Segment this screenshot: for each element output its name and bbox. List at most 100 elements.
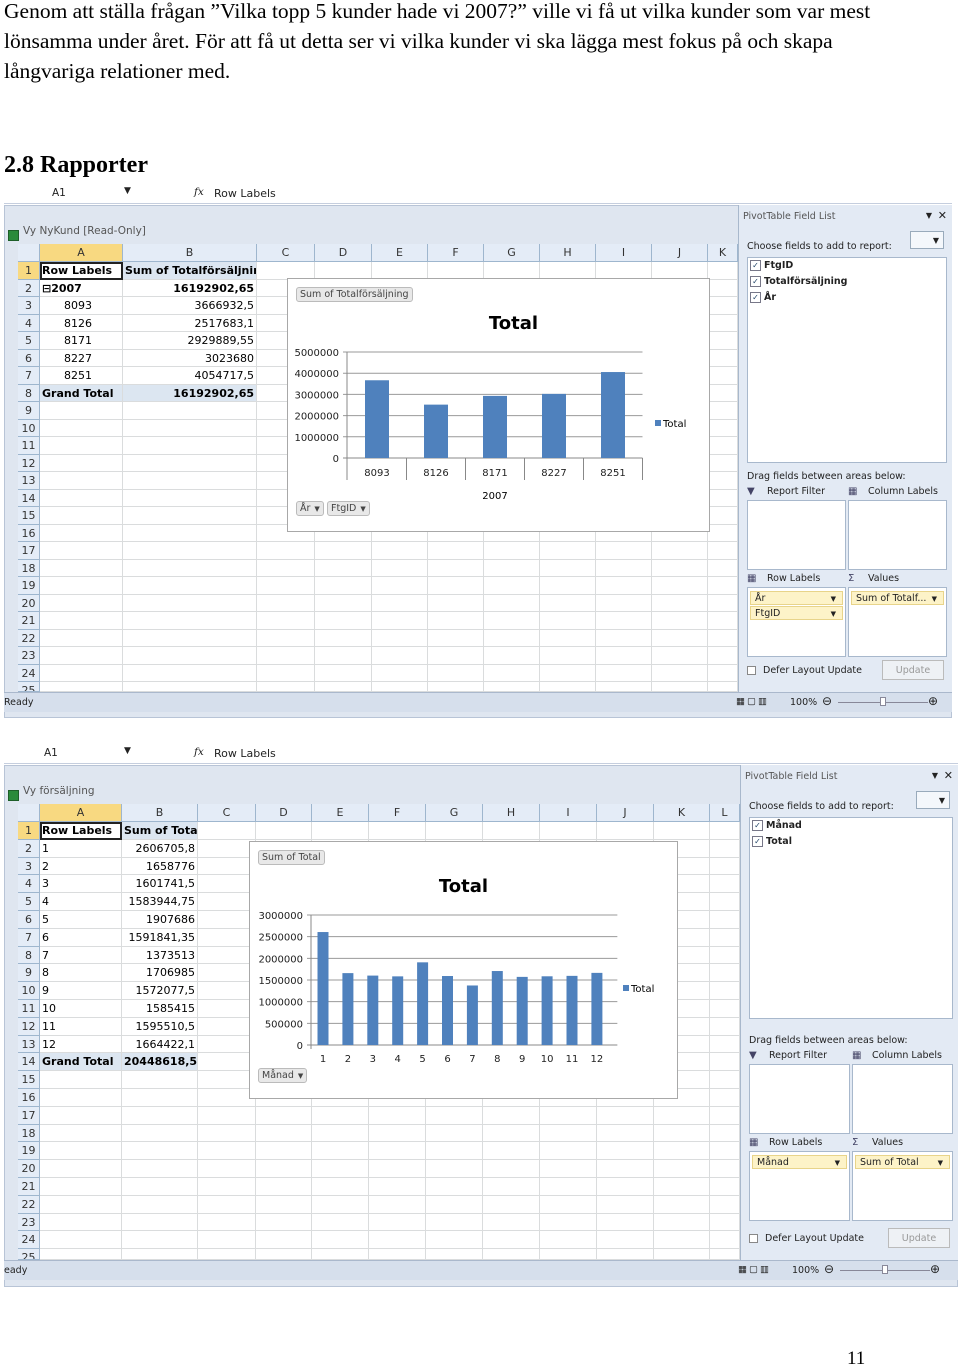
name-box-dropdown-icon[interactable]: ▼ [124, 186, 131, 196]
cell[interactable] [198, 1124, 256, 1143]
cell[interactable] [257, 577, 315, 595]
cell[interactable] [710, 964, 740, 983]
formula-input[interactable]: Row Labels [214, 187, 276, 200]
close-icon[interactable]: ✕ [944, 769, 953, 782]
cell[interactable] [652, 559, 708, 577]
cell[interactable] [198, 1249, 256, 1260]
row-header[interactable]: 19 [18, 1142, 40, 1161]
defer-checkbox[interactable] [749, 1234, 758, 1243]
row-header[interactable]: 7 [18, 367, 40, 385]
cell[interactable] [372, 612, 428, 630]
cell[interactable] [540, 1178, 597, 1196]
cell[interactable] [372, 682, 428, 692]
row-header[interactable]: 7 [18, 928, 40, 947]
cell[interactable] [483, 1195, 540, 1214]
cell[interactable] [710, 1231, 740, 1250]
pivot-cell[interactable]: 12 [40, 1035, 122, 1054]
cell[interactable] [540, 577, 596, 595]
pivot-cell[interactable]: 8126 [40, 314, 123, 332]
cell[interactable] [484, 542, 540, 560]
insert-function-icon[interactable]: fx [194, 186, 204, 198]
row-header[interactable]: 2 [18, 279, 40, 297]
column-header-g[interactable]: G [426, 804, 483, 822]
cell[interactable] [257, 262, 315, 280]
cell[interactable] [122, 1195, 198, 1214]
field-item[interactable]: ✓ Total [752, 836, 792, 847]
cell[interactable] [426, 1249, 483, 1260]
cell[interactable] [710, 1053, 740, 1072]
cell[interactable] [426, 1160, 483, 1178]
row-header[interactable]: 23 [18, 1213, 40, 1232]
pivot-cell[interactable]: 1664422,1 [122, 1035, 198, 1054]
row-header[interactable]: 10 [18, 419, 40, 437]
bar-9[interactable] [516, 976, 528, 1045]
pivot-cell[interactable]: 2517683,1 [123, 314, 257, 332]
column-header-l[interactable]: L [710, 804, 740, 822]
row-header[interactable]: 22 [18, 1195, 40, 1214]
cell[interactable] [710, 928, 740, 947]
cell[interactable] [540, 1142, 597, 1161]
cell[interactable] [428, 559, 484, 577]
cell[interactable] [372, 577, 428, 595]
cell[interactable] [122, 1213, 198, 1232]
values-area[interactable]: Sum of Total ▼ [852, 1151, 953, 1221]
cell[interactable] [540, 262, 596, 280]
cell[interactable] [652, 682, 708, 692]
report-filter-area[interactable] [747, 500, 846, 570]
cell[interactable] [315, 629, 372, 647]
cell[interactable] [708, 472, 738, 490]
cell[interactable] [483, 1249, 540, 1260]
cell[interactable] [597, 1124, 654, 1143]
cell[interactable] [483, 1213, 540, 1232]
cell[interactable] [123, 542, 257, 560]
cell[interactable] [198, 964, 256, 983]
row-header[interactable]: 9 [18, 402, 40, 420]
cell[interactable] [596, 682, 652, 692]
cell[interactable] [198, 1000, 256, 1018]
cell[interactable] [123, 454, 257, 472]
cell[interactable] [597, 1195, 654, 1214]
cell[interactable] [710, 822, 740, 840]
column-header-a[interactable]: A [40, 804, 122, 822]
row-header[interactable]: 22 [18, 629, 40, 647]
cell[interactable] [312, 822, 369, 840]
pivot-cell[interactable]: 9 [40, 982, 122, 1000]
cell[interactable] [484, 647, 540, 665]
cell[interactable] [256, 1195, 312, 1214]
row-header[interactable]: 12 [18, 1017, 40, 1036]
row-header[interactable]: 13 [18, 472, 40, 490]
column-header-c[interactable]: C [257, 244, 315, 262]
pivot-cell[interactable]: 3 [40, 875, 122, 894]
row-header[interactable]: 17 [18, 542, 40, 560]
cell[interactable] [428, 664, 484, 682]
cell[interactable] [426, 1231, 483, 1250]
cell[interactable] [710, 1249, 740, 1260]
cell[interactable] [256, 1231, 312, 1250]
cell[interactable] [40, 1178, 122, 1196]
cell[interactable] [372, 594, 428, 612]
cell[interactable] [40, 437, 123, 455]
cell[interactable] [596, 262, 652, 280]
pivot-cell[interactable]: Grand Total [40, 1053, 122, 1072]
row-header[interactable]: 1 [18, 262, 40, 280]
cell[interactable] [426, 1178, 483, 1196]
pivot-cell[interactable]: Row Labels [40, 822, 122, 840]
row-header[interactable]: 3 [18, 857, 40, 876]
cell[interactable] [312, 1213, 369, 1232]
cell[interactable] [540, 682, 596, 692]
close-icon[interactable]: ✕ [938, 209, 947, 222]
zoom-out-icon[interactable]: ⊖ [824, 1262, 834, 1276]
cell[interactable] [40, 1249, 122, 1260]
cell[interactable] [654, 1160, 710, 1178]
axis-field-button[interactable]: Månad ▼ [258, 1068, 308, 1083]
cell[interactable] [710, 946, 740, 965]
cell[interactable] [708, 419, 738, 437]
pivot-cell[interactable]: 1658776 [122, 857, 198, 876]
cell[interactable] [256, 1124, 312, 1143]
defer-checkbox[interactable] [747, 666, 756, 675]
cell[interactable] [484, 664, 540, 682]
cell[interactable] [708, 332, 738, 350]
cell[interactable] [540, 542, 596, 560]
values-area[interactable]: Sum of Totalf... ▼ [848, 587, 947, 657]
cell[interactable] [315, 612, 372, 630]
